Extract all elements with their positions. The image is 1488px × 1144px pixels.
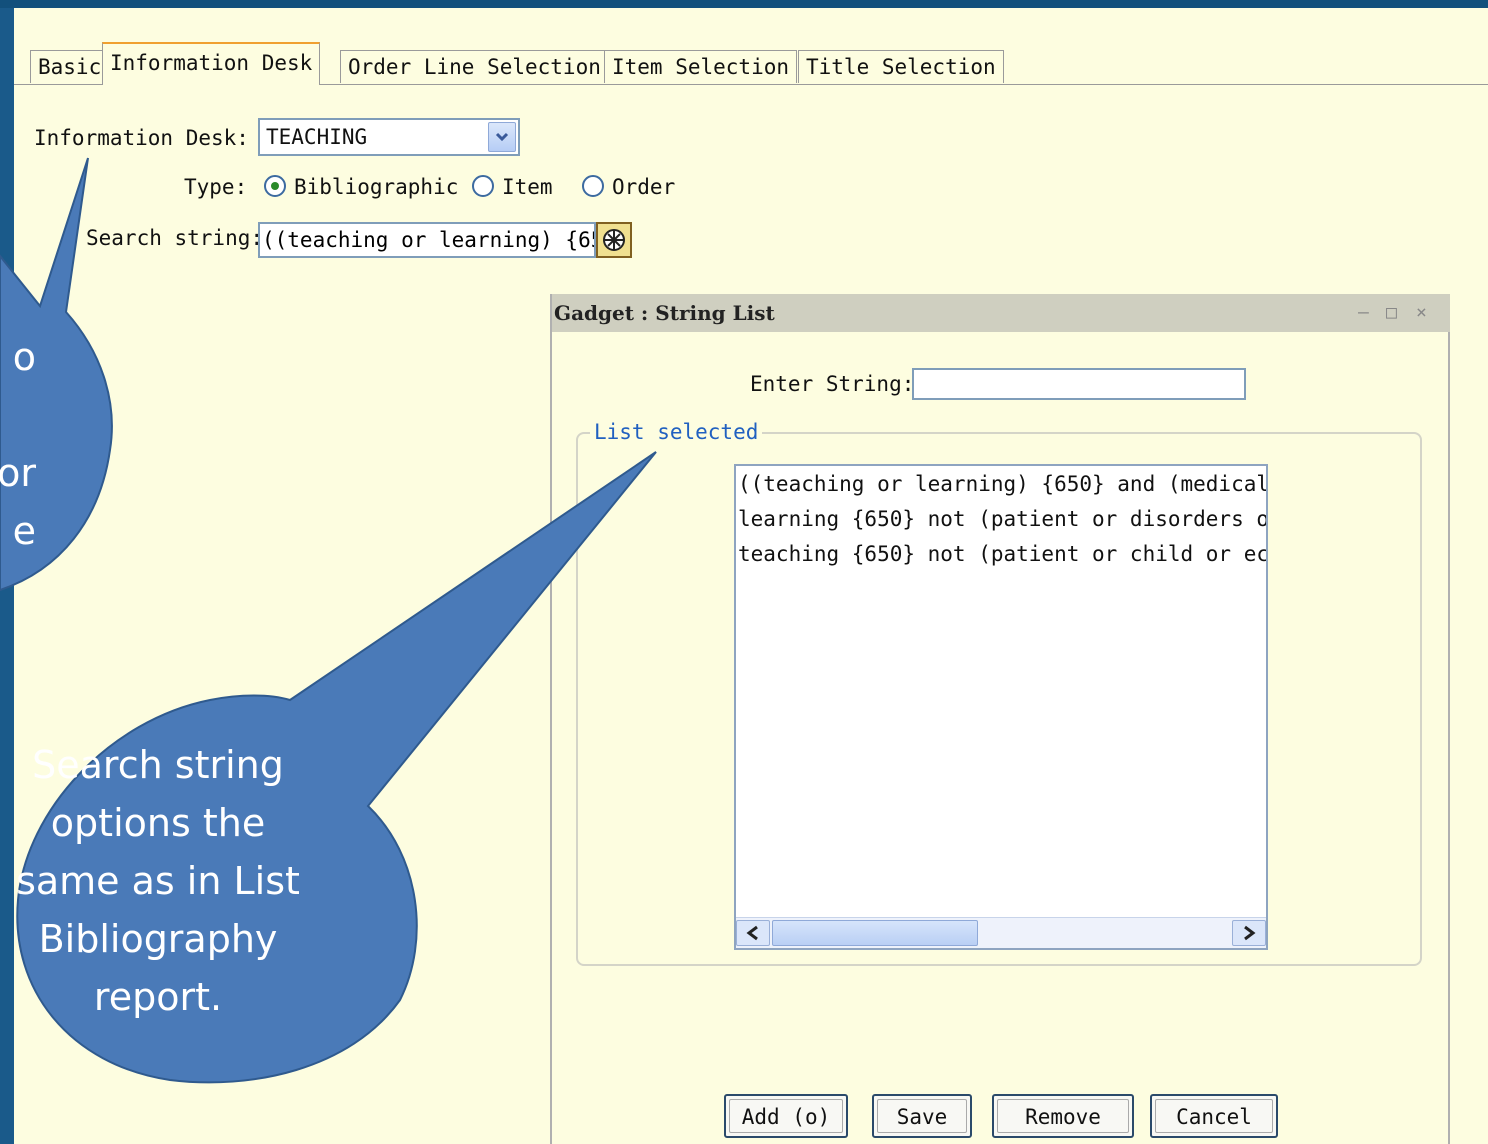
callout-left-text: o or e — [0, 328, 36, 560]
callout-line — [0, 386, 36, 444]
callout-line: o — [12, 335, 36, 379]
callout-line: same as in List — [16, 859, 300, 903]
callout-line: Search string — [32, 743, 284, 787]
callout-line: options the — [50, 801, 266, 845]
callout-line: Bibliography — [38, 917, 278, 961]
callout-search-text: Search string options the same as in Lis… — [10, 736, 306, 1026]
callout-line: report. — [93, 975, 223, 1019]
callout-line: or — [0, 451, 36, 495]
callout-line: e — [12, 509, 36, 553]
